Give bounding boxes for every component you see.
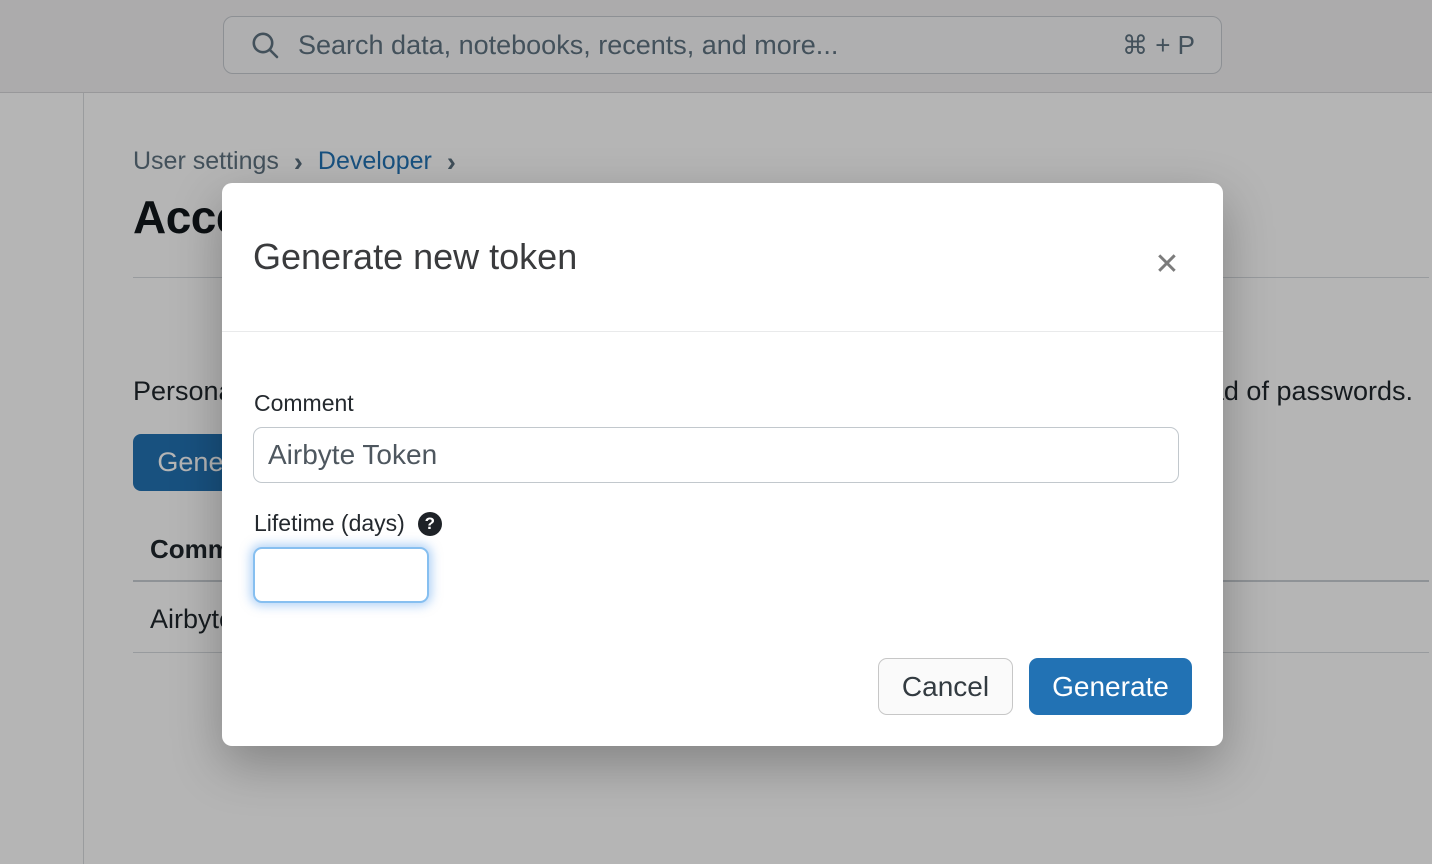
help-icon[interactable]: ? xyxy=(418,512,442,536)
cancel-button[interactable]: Cancel xyxy=(878,658,1013,715)
comment-label: Comment xyxy=(254,390,354,417)
lifetime-label: Lifetime (days) xyxy=(254,510,405,537)
modal-header: Generate new token ✕ xyxy=(222,183,1223,332)
comment-input[interactable] xyxy=(253,427,1179,483)
modal-title: Generate new token xyxy=(253,235,577,279)
lifetime-label-row: Lifetime (days) ? xyxy=(254,510,442,537)
close-icon[interactable]: ✕ xyxy=(1144,241,1190,287)
generate-button[interactable]: Generate xyxy=(1029,658,1192,715)
lifetime-input[interactable] xyxy=(253,547,429,603)
generate-new-token-modal: Generate new token ✕ Comment Lifetime (d… xyxy=(222,183,1223,746)
